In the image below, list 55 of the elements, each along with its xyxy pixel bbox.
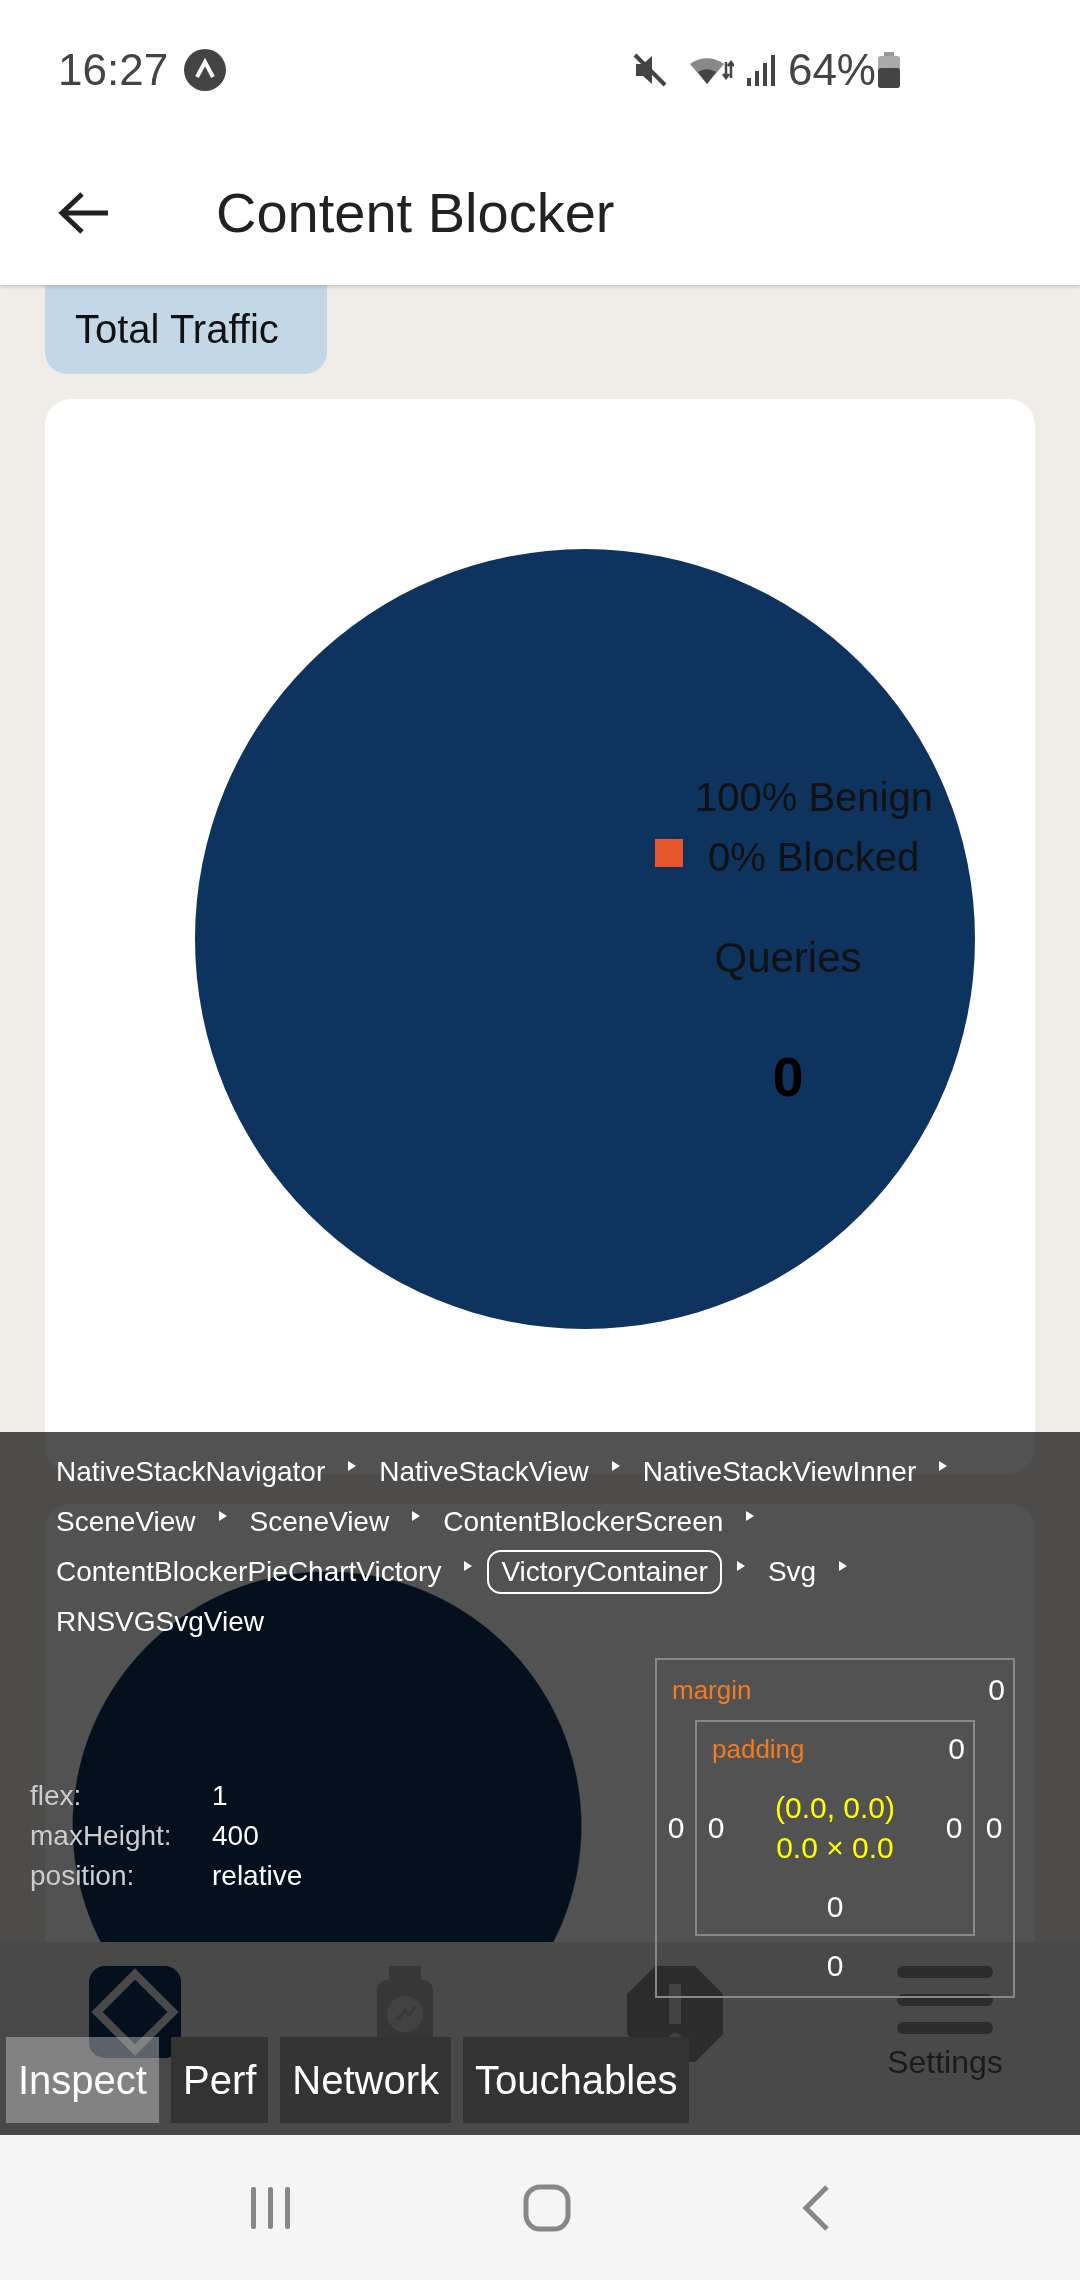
component-breadcrumb[interactable]: VictoryContainer	[487, 1550, 722, 1594]
component-breadcrumb[interactable]: NativeStackNavigator	[48, 1450, 334, 1494]
padding-label: padding	[712, 1733, 805, 1765]
component-breadcrumb[interactable]: Svg	[759, 1550, 825, 1594]
caret-icon	[411, 1510, 422, 1522]
menu-icon[interactable]	[897, 1966, 993, 2036]
margin-value: 0	[667, 1811, 685, 1845]
style-key: maxHeight:	[30, 1820, 212, 1852]
style-value: 400	[212, 1820, 260, 1852]
margin-value: 0	[985, 1811, 1003, 1845]
inspector-tab[interactable]: Network	[280, 2037, 452, 2123]
caret-icon	[463, 1560, 474, 1572]
queries-label: Queries	[714, 934, 862, 981]
padding-value: 0	[948, 1732, 965, 1766]
recent-apps-icon[interactable]	[249, 2184, 293, 2231]
style-key: position:	[30, 1860, 212, 1892]
legend-label: 100% Benign	[695, 775, 933, 819]
total-traffic-chip[interactable]: Total Traffic	[45, 285, 327, 374]
home-icon[interactable]	[523, 2183, 571, 2232]
padding-value: 0	[826, 1890, 844, 1924]
back-icon[interactable]	[801, 2183, 831, 2232]
padding-value: 0	[945, 1811, 963, 1845]
queries-count: 0	[772, 1045, 804, 1108]
caret-icon	[735, 1560, 746, 1572]
size-value: 0.0 × 0.0	[776, 1831, 894, 1865]
margin-value: 0	[988, 1673, 1005, 1707]
component-breadcrumb[interactable]: SceneView	[241, 1500, 398, 1544]
inspector-tab[interactable]: Touchables	[463, 2037, 690, 2123]
inspector-tab[interactable]: Perf	[170, 2037, 269, 2123]
style-value: 1	[212, 1780, 229, 1812]
margin-label: margin	[672, 1674, 752, 1706]
battery-icon	[878, 52, 900, 88]
clock-time: 16:27	[58, 45, 169, 95]
caret-icon	[838, 1560, 849, 1572]
position-value: (0.0, 0.0)	[774, 1791, 896, 1825]
legend-label: 0% Blocked	[708, 835, 920, 879]
style-value: relative	[212, 1860, 303, 1892]
margin-value: 0	[826, 1949, 844, 1983]
component-breadcrumb[interactable]: RNSVGSvgView	[48, 1600, 272, 1644]
padding-value: 0	[707, 1811, 725, 1845]
component-breadcrumb[interactable]: ContentBlockerScreen	[435, 1500, 732, 1544]
component-breadcrumb[interactable]: SceneView	[48, 1500, 204, 1544]
screen-title: Content Blocker	[216, 180, 615, 245]
back-arrow-icon[interactable]	[58, 190, 110, 235]
inspector-tab[interactable]: Inspect	[6, 2037, 159, 2123]
battery-percentage: 64%	[787, 45, 876, 95]
component-breadcrumb[interactable]: NativeStackView	[371, 1450, 597, 1494]
caret-icon	[745, 1510, 756, 1522]
app-notification-icon	[184, 49, 227, 91]
signal-icon	[745, 52, 778, 88]
caret-icon	[217, 1510, 228, 1522]
component-breadcrumb[interactable]: NativeStackViewInner	[634, 1450, 925, 1494]
mute-icon	[631, 52, 668, 88]
component-breadcrumb[interactable]: ContentBlockerPieChartVictory	[48, 1550, 450, 1594]
diamond-icon[interactable]	[89, 1966, 181, 2058]
